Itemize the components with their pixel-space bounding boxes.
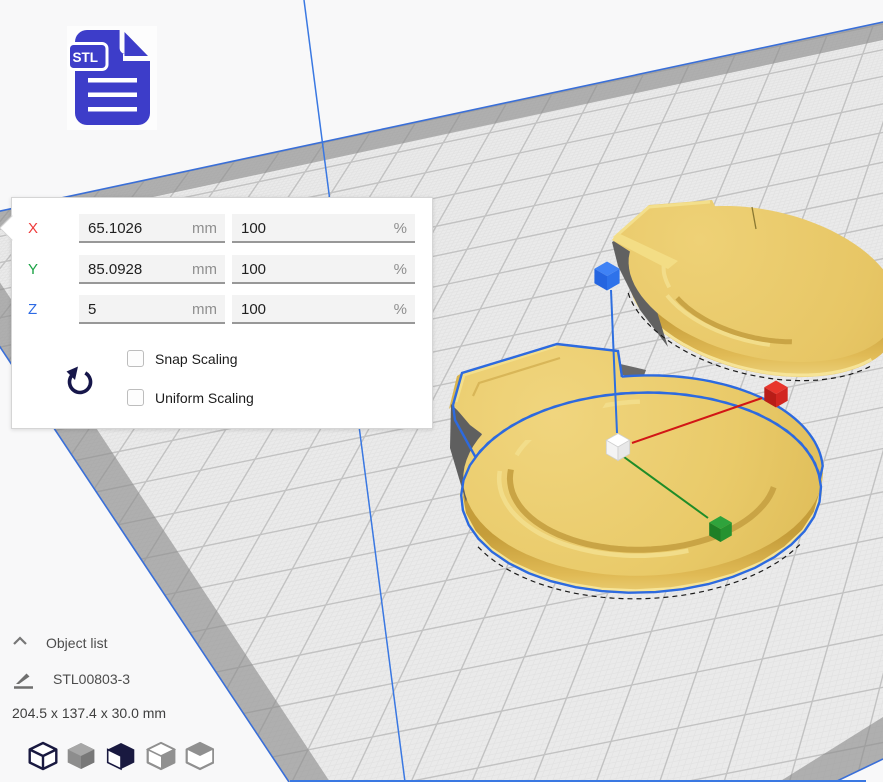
svg-text:STL: STL (73, 50, 99, 65)
